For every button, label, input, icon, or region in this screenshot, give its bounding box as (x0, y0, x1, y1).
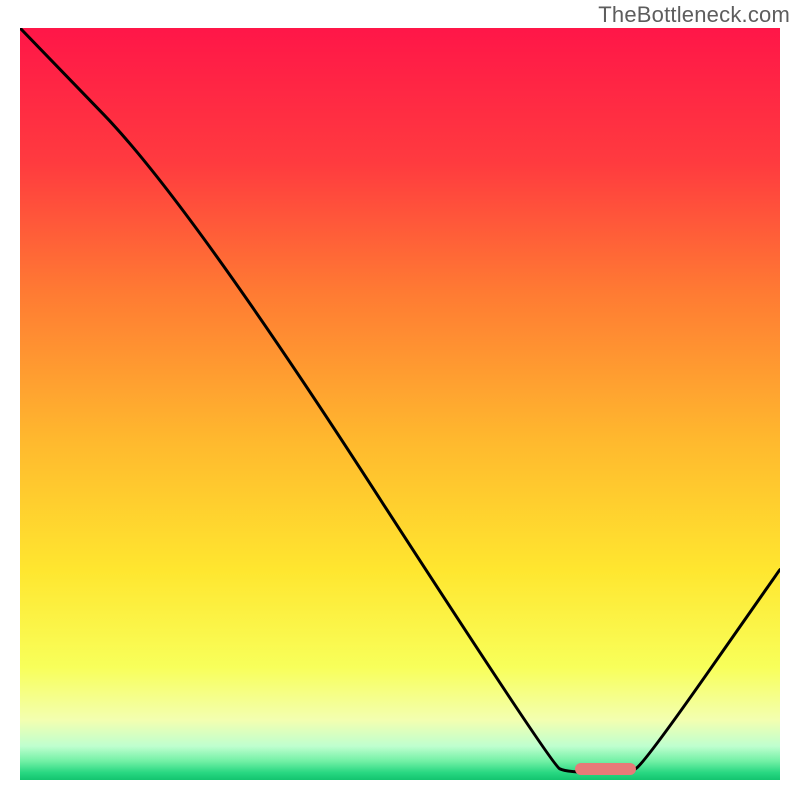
plot-area (20, 28, 780, 780)
performance-curve (20, 28, 780, 780)
optimal-range-marker (575, 763, 636, 775)
bottleneck-chart: TheBottleneck.com (0, 0, 800, 800)
watermark-text: TheBottleneck.com (598, 2, 790, 28)
